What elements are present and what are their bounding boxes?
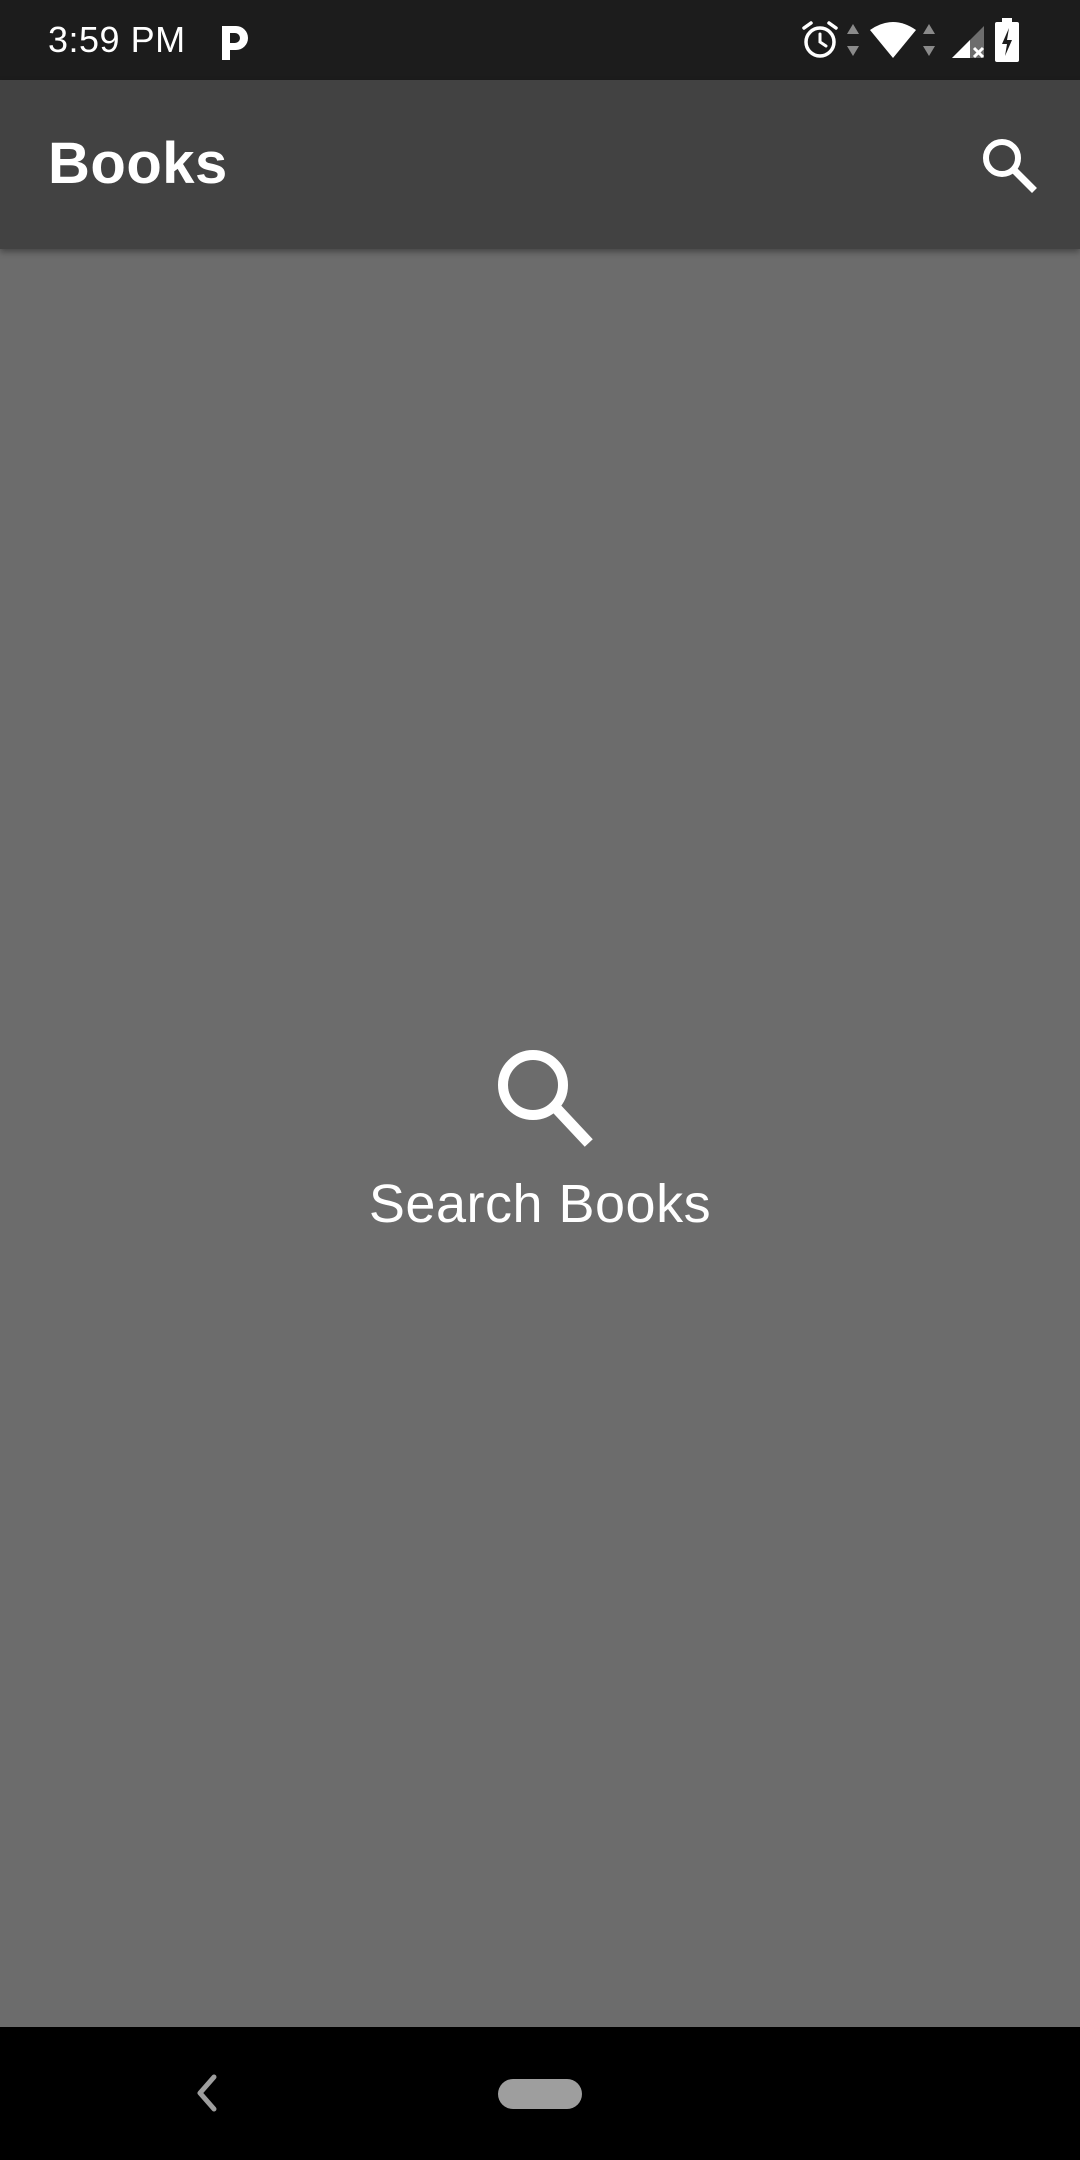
empty-state: Search Books	[0, 1042, 1080, 1236]
wifi-activity-icon	[923, 24, 935, 56]
page-title: Books	[48, 131, 228, 196]
empty-state-label: Search Books	[368, 1174, 712, 1234]
search-button[interactable]	[964, 120, 1052, 208]
home-pill-icon[interactable]	[498, 2079, 582, 2109]
status-time: 3:59 PM	[48, 19, 186, 60]
content-area: Search Books	[0, 249, 1080, 2027]
wifi-icon	[870, 22, 916, 58]
app-bar: Books	[0, 80, 1080, 249]
signal-icon	[952, 26, 985, 59]
navigation-bar	[0, 2027, 1080, 2160]
data-activity-icon	[847, 24, 859, 56]
back-icon[interactable]	[186, 2065, 226, 2121]
search-icon	[498, 1050, 593, 1147]
battery-icon	[995, 18, 1019, 62]
alarm-icon	[802, 21, 838, 58]
parking-app-icon	[222, 26, 248, 60]
search-icon	[983, 139, 1037, 193]
status-bar: 3:59 PM	[0, 0, 1080, 80]
